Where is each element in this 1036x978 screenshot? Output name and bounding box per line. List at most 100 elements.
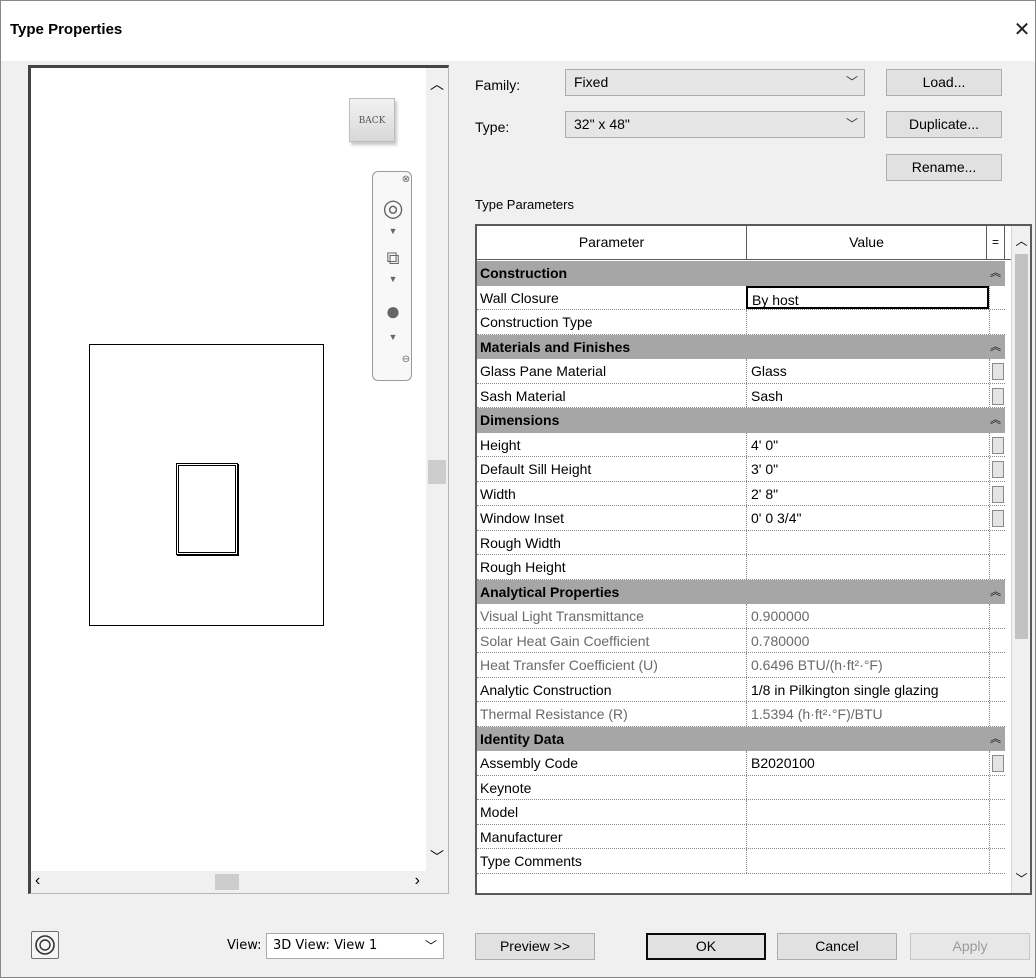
associate-cell[interactable]	[989, 457, 1005, 481]
parameter-value[interactable]	[746, 310, 989, 334]
collapse-caret-icon[interactable]: ︽	[990, 408, 1001, 432]
table-row[interactable]: Window Inset 0' 0 3/4"	[477, 506, 1005, 531]
associate-cell[interactable]	[989, 310, 1005, 334]
collapse-caret-icon[interactable]: ︽	[990, 335, 1001, 359]
table-row[interactable]: Width 2' 8"	[477, 481, 1005, 506]
collapse-caret-icon[interactable]: ︽	[990, 727, 1001, 751]
parameter-column-header[interactable]: Parameter	[477, 226, 747, 260]
close-nav-icon[interactable]: ⊗	[401, 174, 411, 185]
parameter-group-header[interactable]: Materials and Finishes ︽	[477, 334, 1005, 359]
associate-parameter-button[interactable]	[992, 510, 1004, 527]
table-row[interactable]: Heat Transfer Coefficient (U) 0.6496 BTU/…	[477, 653, 1005, 678]
associate-parameter-button[interactable]	[992, 755, 1004, 772]
table-row[interactable]: Rough Height	[477, 555, 1005, 580]
cancel-button[interactable]: Cancel	[777, 933, 897, 960]
collapse-caret-icon[interactable]: ︽	[990, 580, 1001, 604]
associate-cell[interactable]	[989, 702, 1005, 726]
navigation-bar[interactable]: ⊗ ◎ ▼ ⧉ ▼ ● ▼ ⊖	[372, 171, 412, 381]
chevron-down-icon[interactable]: ▼	[380, 274, 406, 284]
scroll-left-icon[interactable]: ‹	[35, 872, 40, 890]
table-row[interactable]: Thermal Resistance (R) 1.5394 (h·ft²·°F)/…	[477, 702, 1005, 727]
horizontal-scroll-thumb[interactable]	[215, 874, 239, 890]
apply-button[interactable]: Apply	[910, 933, 1030, 960]
associate-parameter-button[interactable]	[992, 387, 1004, 405]
table-row[interactable]: Analytic Construction 1/8 in Pilkington s…	[477, 677, 1005, 702]
table-row[interactable]: Manufacturer	[477, 824, 1005, 849]
table-row[interactable]: Solar Heat Gain Coefficient 0.780000	[477, 628, 1005, 653]
formula-column-header[interactable]: =	[987, 226, 1005, 260]
associate-cell[interactable]	[989, 432, 1005, 456]
parameter-value[interactable]: 0' 0 3/4"	[746, 506, 989, 530]
associate-cell[interactable]	[989, 555, 1005, 579]
vertical-scroll-thumb[interactable]	[428, 460, 446, 484]
ok-button[interactable]: OK	[646, 933, 766, 960]
parameter-group-header[interactable]: Dimensions ︽	[477, 408, 1005, 433]
associate-cell[interactable]	[989, 359, 1005, 383]
associate-parameter-button[interactable]	[992, 363, 1004, 380]
associate-cell[interactable]	[989, 285, 1005, 309]
viewcube[interactable]: BACK	[349, 98, 395, 142]
associate-cell[interactable]	[989, 506, 1005, 530]
parameter-value[interactable]: By host	[746, 285, 989, 309]
family-select[interactable]: Fixed ﹀	[565, 69, 865, 96]
value-column-header[interactable]: Value	[747, 226, 987, 260]
associate-parameter-button[interactable]	[992, 436, 1004, 454]
table-row[interactable]: Sash Material Sash	[477, 383, 1005, 408]
associate-cell[interactable]	[989, 383, 1005, 407]
associate-parameter-button[interactable]	[992, 485, 1004, 503]
duplicate-button[interactable]: Duplicate...	[886, 111, 1002, 138]
table-row[interactable]: Construction Type	[477, 310, 1005, 335]
parameter-value[interactable]: 1/8 in Pilkington single glazing	[746, 677, 989, 701]
table-row[interactable]: Wall Closure By host	[477, 285, 1005, 310]
associate-cell[interactable]	[989, 530, 1005, 554]
associate-cell[interactable]	[989, 604, 1005, 628]
table-row[interactable]: Glass Pane Material Glass	[477, 359, 1005, 384]
parameter-value[interactable]	[746, 775, 989, 799]
parameter-value[interactable]	[746, 824, 989, 848]
steering-wheel-icon[interactable]: ◎	[380, 194, 406, 223]
associate-cell[interactable]	[989, 653, 1005, 677]
table-vertical-scrollbar[interactable]: ︿ ﹀	[1011, 226, 1030, 893]
associate-cell[interactable]	[989, 849, 1005, 873]
table-row[interactable]: Default Sill Height 3' 0"	[477, 457, 1005, 482]
chevron-down-icon[interactable]: ▼	[380, 226, 406, 236]
parameter-value[interactable]	[746, 530, 989, 554]
scroll-right-icon[interactable]: ›	[415, 872, 420, 890]
table-scroll-thumb[interactable]	[1015, 254, 1028, 639]
orbit-icon[interactable]: ●	[380, 296, 406, 327]
close-icon[interactable]: ✕	[1009, 11, 1035, 49]
chevron-down-icon[interactable]: ▼	[380, 332, 406, 342]
preview-panel[interactable]: BACK ⊗ ◎ ▼ ⧉ ▼ ● ▼ ⊖ ︿ ﹀ ‹ ›	[28, 65, 449, 894]
load-button[interactable]: Load...	[886, 69, 1002, 96]
steering-wheel-icon[interactable]	[31, 931, 59, 959]
parameter-value[interactable]: 0.780000	[746, 628, 989, 652]
associate-cell[interactable]	[989, 628, 1005, 652]
table-row[interactable]: Type Comments	[477, 849, 1005, 874]
associate-cell[interactable]	[989, 800, 1005, 824]
parameter-value[interactable]: 3' 0"	[746, 457, 989, 481]
type-parameters-table[interactable]: Parameter Value = Construction ︽ Wall Clos…	[475, 224, 1032, 895]
parameter-value[interactable]: 4' 0"	[746, 432, 989, 456]
options-icon[interactable]: ⊖	[401, 354, 411, 365]
table-row[interactable]: Assembly Code B2020100	[477, 751, 1005, 776]
table-row[interactable]: Height 4' 0"	[477, 432, 1005, 457]
scroll-up-icon[interactable]: ︿	[426, 74, 448, 94]
associate-cell[interactable]	[989, 751, 1005, 775]
parameter-value[interactable]: 2' 8"	[746, 481, 989, 505]
view-select[interactable]: 3D View: View 1 ﹀	[266, 933, 444, 959]
parameter-group-header[interactable]: Construction ︽	[477, 261, 1005, 286]
table-row[interactable]: Visual Light Transmittance 0.900000	[477, 604, 1005, 629]
parameter-value[interactable]: Glass	[746, 359, 989, 383]
preview-vertical-scrollbar[interactable]: ︿ ﹀	[426, 68, 448, 893]
zoom-icon[interactable]: ⧉	[380, 248, 406, 269]
parameter-value[interactable]	[746, 800, 989, 824]
parameter-value[interactable]: 1.5394 (h·ft²·°F)/BTU	[746, 702, 989, 726]
parameter-value[interactable]: 0.900000	[746, 604, 989, 628]
collapse-caret-icon[interactable]: ︽	[990, 261, 1001, 285]
parameter-value[interactable]: Sash	[746, 383, 989, 407]
scroll-down-icon[interactable]: ﹀	[1012, 870, 1030, 887]
preview-button[interactable]: Preview >>	[475, 933, 595, 960]
associate-cell[interactable]	[989, 481, 1005, 505]
parameter-group-header[interactable]: Identity Data ︽	[477, 726, 1005, 751]
scroll-down-icon[interactable]: ﹀	[426, 847, 448, 867]
